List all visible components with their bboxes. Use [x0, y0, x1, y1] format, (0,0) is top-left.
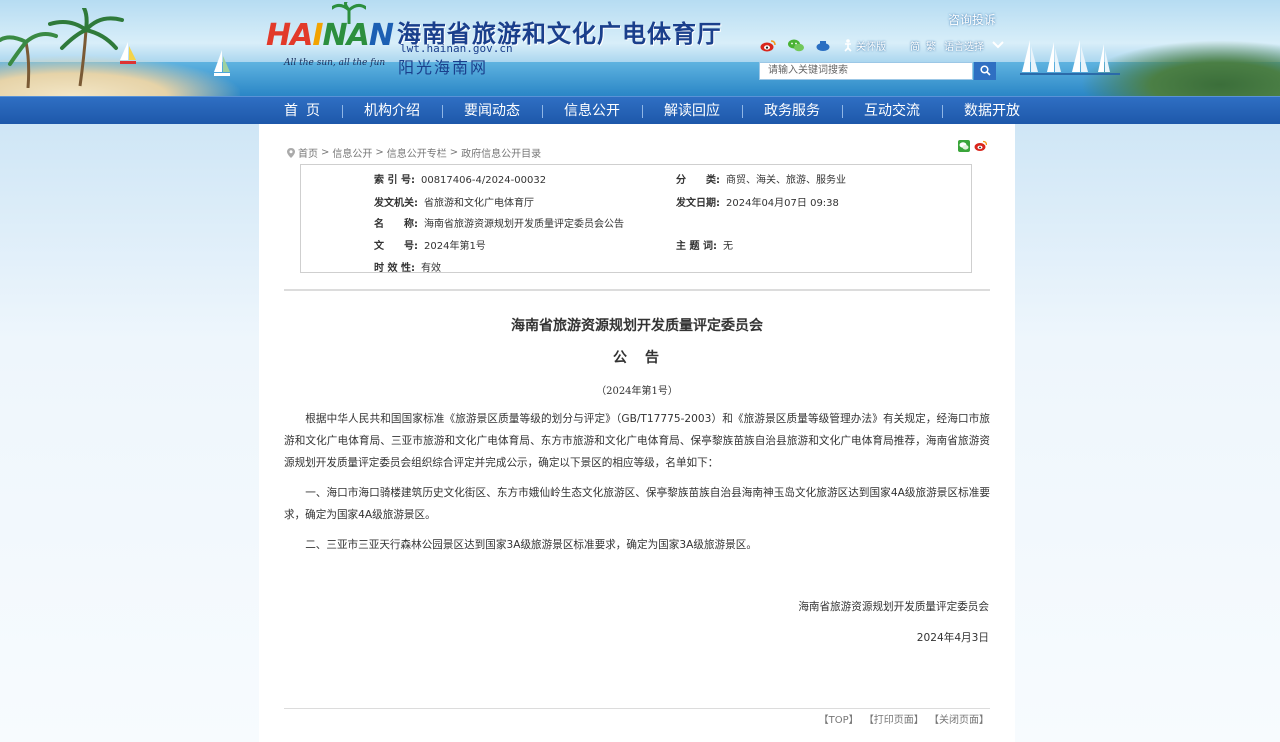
meta-category: 分 类: 商贸、海关、旅游、服务业	[676, 175, 846, 186]
back-to-top-link[interactable]: 【TOP】	[819, 715, 859, 726]
article-paragraph: 根据中华人民共和国国家标准《旅游景区质量等级的划分与评定》（GB/T17775-…	[284, 413, 990, 469]
sailboat-illustration	[214, 50, 230, 76]
wechat-share-icon[interactable]	[958, 140, 970, 152]
meta-subject: 主 题 词: 无	[676, 241, 733, 252]
nav-item-news[interactable]: 要闻动态	[442, 97, 542, 125]
breadcrumb: 首页 > 信息公开 > 信息公开专栏 > 政府信息公开目录	[287, 145, 541, 160]
palm-tree-illustration	[0, 32, 58, 88]
close-page-link[interactable]: 【关闭页面】	[929, 715, 989, 726]
article-subtitle: 公 告	[613, 350, 661, 366]
consult-link[interactable]: 咨询投诉	[948, 11, 996, 28]
search-button[interactable]	[974, 62, 996, 80]
breadcrumb-separator: >	[375, 147, 384, 158]
nav-item-info-disclosure[interactable]: 信息公开	[542, 97, 642, 125]
care-mode-link[interactable]: 关怀版	[856, 38, 886, 53]
app-icon[interactable]	[816, 39, 830, 52]
search-icon	[979, 65, 991, 76]
meta-validity: 时 效 性: 有效	[374, 263, 441, 274]
header-tools: 关怀版 简 繁 语言选择	[760, 36, 1004, 54]
header-banner: HAINAN All the sun, all the fun 海南省旅游和文化…	[0, 0, 1280, 96]
content-divider	[284, 289, 990, 291]
logo-palm-icon	[332, 2, 366, 24]
breadcrumb-separator: >	[449, 147, 459, 158]
search-input[interactable]: 请输入关键词搜索	[759, 62, 973, 80]
footer-links: 【TOP】 【打印页面】 【关闭页面】	[819, 711, 989, 726]
traditional-chinese-link[interactable]: 繁	[926, 38, 936, 53]
meta-issuer: 发文机关: 省旅游和文化广电体育厅	[374, 198, 534, 209]
simplified-chinese-link[interactable]: 简	[910, 38, 920, 53]
article-number: （2024年第1号）	[596, 386, 678, 397]
nav-item-home[interactable]: 首页	[262, 97, 342, 125]
weibo-share-icon[interactable]	[974, 140, 987, 152]
meta-doc-number: 文 号: 2024年第1号	[374, 241, 486, 252]
breadcrumb-home[interactable]: 首页	[298, 145, 318, 160]
footer-divider	[284, 708, 990, 709]
article-signer: 海南省旅游资源规划开发质量评定委员会	[798, 601, 989, 613]
print-page-link[interactable]: 【打印页面】	[864, 715, 924, 726]
nav-item-open-data[interactable]: 数据开放	[942, 97, 1042, 125]
article-title: 海南省旅游资源规划开发质量评定委员会	[511, 318, 763, 334]
nav-item-about[interactable]: 机构介绍	[342, 97, 442, 125]
article-paragraph: 一、海口市海口骑楼建筑历史文化街区、东方市娥仙岭生态文化旅游区、保亭黎族苗族自治…	[284, 487, 990, 521]
logo-wordmark: HAINAN	[266, 18, 394, 53]
hainan-logo[interactable]: HAINAN All the sun, all the fun	[266, 2, 396, 74]
meta-date: 发文日期: 2024年04月07日 09:38	[676, 198, 839, 209]
logo-slogan: All the sun, all the fun	[284, 58, 386, 68]
sailboats-illustration	[1020, 40, 1120, 75]
meta-index: 索 引 号: 00817406-4/2024-00032	[374, 175, 547, 186]
breadcrumb-info-disclosure[interactable]: 信息公开	[332, 145, 372, 160]
sailboat-illustration	[120, 42, 136, 64]
breadcrumb-catalog[interactable]: 政府信息公开目录	[461, 145, 541, 160]
article-sign-date: 2024年4月3日	[916, 632, 989, 644]
weibo-icon[interactable]	[760, 39, 776, 52]
share-icons	[958, 140, 987, 152]
main-nav: 首页 机构介绍 要闻动态 信息公开 解读回应 政务服务 互动交流 数据开放	[0, 96, 1280, 125]
location-pin-icon	[287, 147, 295, 158]
wechat-icon[interactable]	[788, 39, 804, 52]
nav-item-gov-services[interactable]: 政务服务	[742, 97, 842, 125]
nav-item-interpretation[interactable]: 解读回应	[642, 97, 742, 125]
breadcrumb-info-column[interactable]: 信息公开专栏	[387, 145, 447, 160]
nav-item-interaction[interactable]: 互动交流	[842, 97, 942, 125]
site-subtitle: 阳光海南网	[398, 58, 489, 77]
meta-name: 名 称: 海南省旅游资源规划开发质量评定委员会公告	[374, 219, 624, 230]
accessibility-icon[interactable]	[842, 38, 854, 52]
breadcrumb-separator: >	[321, 147, 330, 158]
language-select[interactable]: 语言选择	[944, 38, 984, 53]
chevron-down-icon[interactable]	[992, 41, 1004, 49]
article-paragraph: 二、三亚市三亚天行森林公园景区达到国家3A级旅游景区标准要求，确定为国家3A级旅…	[305, 539, 757, 551]
